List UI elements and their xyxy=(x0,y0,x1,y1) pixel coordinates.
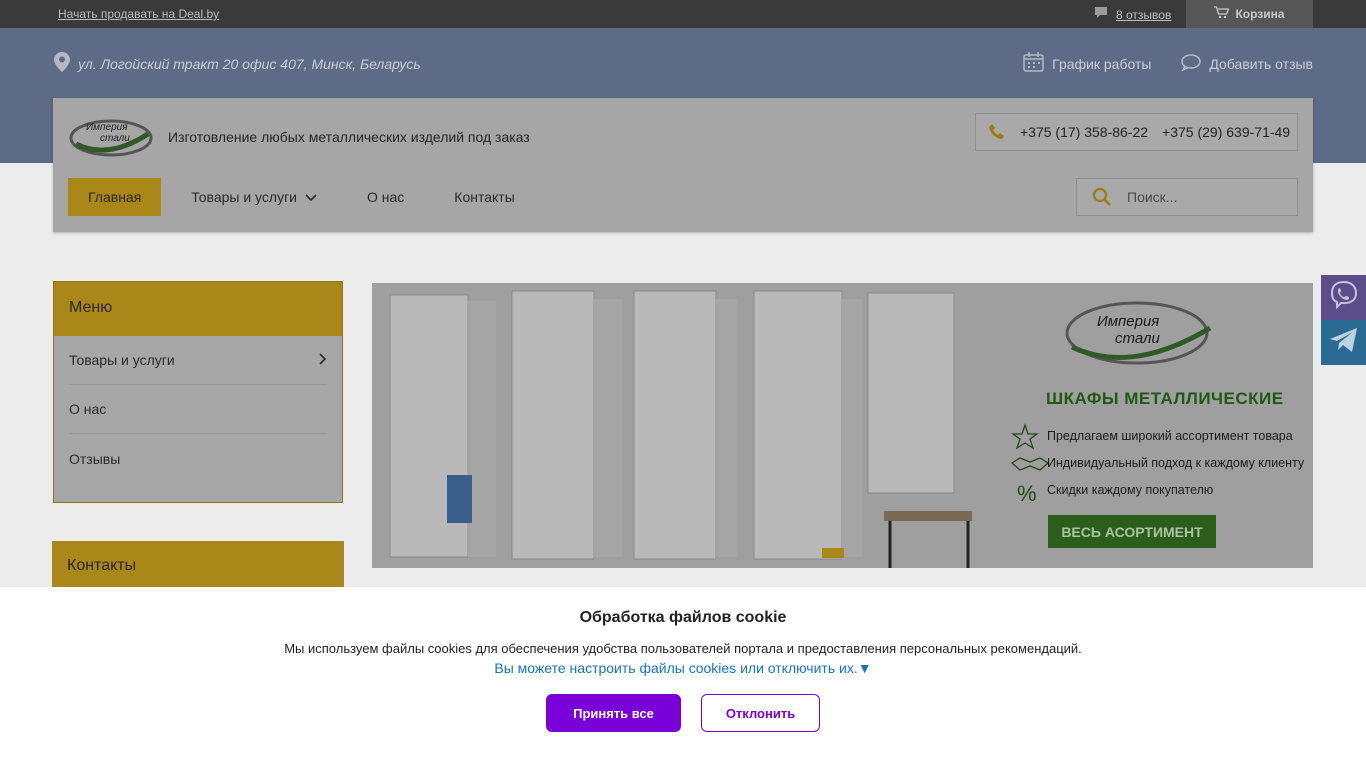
slider-dot-active[interactable] xyxy=(822,548,844,558)
nav-products[interactable]: Товары и услуги xyxy=(171,178,337,216)
chevron-right-icon xyxy=(319,352,327,368)
banner-brand-line-1: Империя xyxy=(1097,313,1160,330)
address: ул. Логойский тракт 20 офис 407, Минск, … xyxy=(54,52,421,75)
add-review-link[interactable]: Добавить отзыв xyxy=(1181,52,1313,75)
nav-home-label: Главная xyxy=(88,189,142,205)
reviews-count: 8 отзывов xyxy=(1116,7,1172,22)
telegram-button[interactable] xyxy=(1321,320,1366,365)
cookie-buttons: Принять все Отклонить xyxy=(0,694,1366,732)
nav-about-label: О нас xyxy=(367,189,405,205)
banner-brand: Империя стали xyxy=(1097,313,1160,347)
nav-home[interactable]: Главная xyxy=(68,178,162,216)
cookie-settings-link[interactable]: Вы можете настроить файлы cookies или от… xyxy=(0,660,1366,676)
top-bar: Начать продавать на Deal.by 8 отзывов Ко… xyxy=(0,0,1366,28)
banner-feature-approach: Индивидуальный подход к каждому клиенту xyxy=(1047,456,1305,470)
map-pin-icon xyxy=(54,52,70,75)
address-text: ул. Логойский тракт 20 офис 407, Минск, … xyxy=(78,55,421,72)
promo-banner[interactable]: % Империя стали ШКАФЫ МЕТАЛЛИЧЕСКИЕ Пред… xyxy=(372,283,1313,568)
decline-button[interactable]: Отклонить xyxy=(701,694,820,732)
search-icon[interactable] xyxy=(1077,187,1127,207)
header-links: График работы Добавить отзыв xyxy=(1023,52,1313,75)
svg-text:Империя: Империя xyxy=(86,122,128,133)
start-selling-link[interactable]: Начать продавать на Deal.by xyxy=(58,7,219,21)
phone-2[interactable]: +375 (29) 639-71-49 xyxy=(1162,124,1290,140)
svg-text:%: % xyxy=(1017,481,1037,506)
accept-all-button[interactable]: Принять все xyxy=(546,694,681,732)
sidebar-item-about[interactable]: О нас xyxy=(69,385,327,434)
banner-brand-line-2: стали xyxy=(1115,330,1160,347)
schedule-label: График работы xyxy=(1052,55,1152,72)
cart-icon xyxy=(1214,6,1230,22)
company-tagline: Изготовление любых металлических изделий… xyxy=(168,129,530,145)
banner-title: ШКАФЫ МЕТАЛЛИЧЕСКИЕ xyxy=(1046,389,1284,408)
cart-label: Корзина xyxy=(1235,7,1285,21)
sidebar-item-label: О нас xyxy=(69,401,107,417)
viber-button[interactable] xyxy=(1321,275,1366,320)
banner-cta-button[interactable]: ВЕСЬ АСОРТИМЕНТ xyxy=(1048,515,1216,548)
add-review-label: Добавить отзыв xyxy=(1209,55,1313,72)
phones-box: +375 (17) 358-86-22 +375 (29) 639-71-49 xyxy=(975,113,1298,151)
sidebar-item-label: Товары и услуги xyxy=(69,352,175,368)
schedule-link[interactable]: График работы xyxy=(1023,52,1151,75)
cart-button[interactable]: Корзина xyxy=(1186,0,1313,28)
telegram-icon xyxy=(1329,327,1359,358)
calendar-icon xyxy=(1023,52,1044,75)
menu-list: Товары и услуги О нас Отзывы xyxy=(54,336,342,483)
company-logo[interactable]: Империя стали xyxy=(68,112,154,160)
nav-contacts-label: Контакты xyxy=(454,189,515,205)
cookie-consent-banner: Обработка файлов cookie Мы используем фа… xyxy=(0,587,1366,768)
search-box xyxy=(1076,178,1298,216)
svg-text:стали: стали xyxy=(100,133,130,144)
phone-icon xyxy=(988,123,1006,141)
nav-contacts[interactable]: Контакты xyxy=(434,178,534,216)
sidebar-menu: Меню Товары и услуги О нас Отзывы xyxy=(53,281,343,503)
banner-feature-discounts: Скидки каждому покупателю xyxy=(1047,483,1214,497)
cookie-title: Обработка файлов cookie xyxy=(579,609,787,626)
nav-about[interactable]: О нас xyxy=(347,178,424,216)
menu-title: Меню xyxy=(54,282,342,336)
reviews-link[interactable]: 8 отзывов xyxy=(1094,6,1171,23)
sidebar-item-reviews[interactable]: Отзывы xyxy=(69,434,327,483)
viber-icon xyxy=(1328,279,1360,316)
comment-icon xyxy=(1094,6,1108,23)
sidebar-contacts-title: Контакты xyxy=(52,541,344,591)
header-card: Империя стали Изготовление любых металли… xyxy=(53,98,1313,232)
sidebar-item-products[interactable]: Товары и услуги xyxy=(69,336,327,385)
chevron-down-icon xyxy=(305,189,317,205)
speech-bubble-icon xyxy=(1181,53,1202,74)
search-input[interactable] xyxy=(1127,189,1287,205)
cookie-text: Мы используем файлы cookies для обеспече… xyxy=(284,641,1082,656)
main-nav: Главная Товары и услуги О нас Контакты xyxy=(68,178,535,216)
phone-1[interactable]: +375 (17) 358-86-22 xyxy=(1020,124,1148,140)
sidebar-item-label: Отзывы xyxy=(69,450,121,467)
banner-feature-assortment: Предлагаем широкий ассортимент товара xyxy=(1047,429,1293,443)
nav-products-label: Товары и услуги xyxy=(191,189,297,205)
